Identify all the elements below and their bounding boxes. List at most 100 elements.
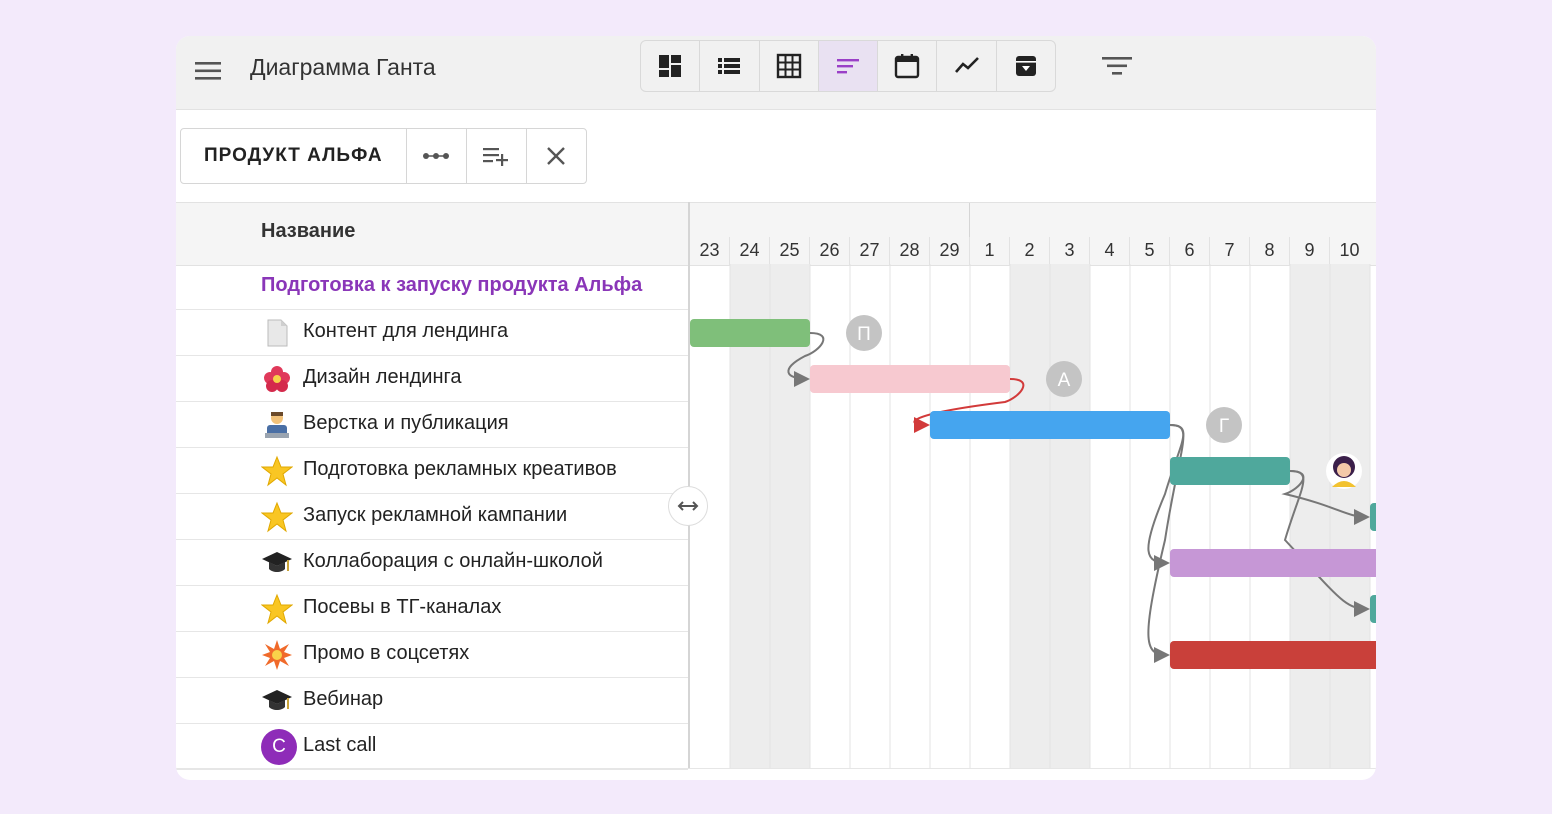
task-bar[interactable] [810, 365, 1010, 393]
project-name-button[interactable]: ПРОДУКТ АЛЬФА [181, 129, 407, 183]
day-label: 28 [889, 237, 929, 265]
avatar: C [261, 729, 297, 765]
weekend-column [1050, 264, 1090, 769]
task-row[interactable]: Верстка и публикация [176, 402, 688, 448]
task-label: Коллаборация с онлайн-школой [303, 550, 603, 572]
task-row[interactable]: Запуск рекламной кампании [176, 494, 688, 540]
star-icon [261, 593, 293, 625]
day-label: 1 [969, 237, 1009, 265]
view-table-button[interactable] [760, 41, 819, 91]
resize-handle[interactable] [668, 486, 708, 526]
filter-icon[interactable] [1100, 52, 1134, 80]
day-label: 9 [1289, 237, 1329, 265]
bottom-border [176, 768, 1376, 769]
day-label: 10 [1329, 237, 1369, 265]
task-bar[interactable] [1170, 641, 1376, 669]
task-row[interactable]: Дизайн лендинга [176, 356, 688, 402]
day-label: 4 [1089, 237, 1129, 265]
project-selector-bar: ПРОДУКТ АЛЬФА [180, 128, 587, 184]
gantt-window: Диаграмма Ганта ПРОДУКТ АЛЬФА Название 2… [176, 36, 1376, 780]
day-label: 8 [1249, 237, 1289, 265]
weekend-column [1010, 264, 1050, 769]
archive-icon [1015, 56, 1036, 76]
add-row-button[interactable] [467, 129, 527, 183]
view-list-button[interactable] [700, 41, 760, 91]
technologist-icon [265, 412, 289, 438]
task-label: Запуск рекламной кампании [303, 504, 568, 526]
timeline-header: 23 24 25 26 27 28 29 1 2 3 4 5 6 7 8 9 10 [689, 202, 1376, 266]
task-label: Дизайн лендинга [303, 366, 462, 388]
graduation-cap-icon [262, 690, 292, 710]
task-group-row[interactable]: Подготовка к запуску продукта Альфа [176, 264, 688, 310]
page-title: Диаграмма Ганта [250, 54, 436, 80]
task-list-header: Название [176, 202, 688, 266]
task-row[interactable]: C Last call [176, 724, 688, 770]
task-row[interactable]: Контент для лендинга [176, 310, 688, 356]
task-row[interactable]: Промо в соцсетях [176, 632, 688, 678]
star-icon [261, 455, 293, 487]
hamburger-menu-icon[interactable] [193, 56, 223, 86]
task-row[interactable]: Вебинар [176, 678, 688, 724]
top-toolbar: Диаграмма Ганта [176, 36, 1376, 110]
view-chart-button[interactable] [937, 41, 997, 91]
day-label: 5 [1129, 237, 1169, 265]
weekend-column [1290, 264, 1330, 769]
view-calendar-button[interactable] [878, 41, 938, 91]
gantt-chart-area: П А Г [690, 264, 1376, 769]
task-row[interactable]: Подготовка рекламных креативов [176, 448, 688, 494]
task-bar[interactable] [930, 411, 1170, 439]
view-switcher [640, 40, 1056, 92]
star-icon [261, 501, 293, 533]
day-label: 2 [1009, 237, 1049, 265]
gantt-icon [836, 59, 859, 74]
month-separator [969, 203, 970, 237]
task-label: Посевы в ТГ-каналах [303, 596, 502, 618]
column-title-name: Название [261, 220, 356, 242]
day-label: 29 [929, 237, 969, 265]
task-bar[interactable] [690, 319, 810, 347]
list-icon [718, 58, 741, 74]
day-label: 6 [1169, 237, 1209, 265]
task-bar[interactable] [1170, 549, 1376, 577]
task-label: Last call [303, 734, 377, 756]
flower-icon [264, 366, 290, 392]
more-button[interactable] [407, 129, 467, 183]
task-bar[interactable] [1370, 595, 1376, 623]
dashboard-icon [659, 55, 682, 77]
calendar-icon [895, 54, 920, 79]
day-label: 24 [729, 237, 769, 265]
assignee-initial: П [857, 324, 871, 345]
day-label: 3 [1049, 237, 1089, 265]
task-label: Верстка и публикация [303, 412, 509, 434]
task-label: Подготовка к запуску продукта Альфа [261, 274, 643, 296]
chart-icon [954, 57, 979, 73]
dependency-link [1147, 424, 1185, 571]
task-label: Подготовка рекламных креативов [303, 458, 617, 480]
task-label: Промо в соцсетях [303, 642, 470, 664]
day-label: 26 [809, 237, 849, 265]
assignee-initial: Г [1219, 416, 1229, 437]
day-label: 7 [1209, 237, 1249, 265]
task-row[interactable]: Посевы в ТГ-каналах [176, 586, 688, 632]
more-icon [423, 153, 450, 159]
close-icon [547, 147, 565, 165]
view-archive-button[interactable] [997, 41, 1055, 91]
view-gantt-button[interactable] [818, 41, 879, 91]
woman-avatar-icon [1326, 453, 1362, 489]
task-bar[interactable] [1370, 503, 1376, 531]
task-label: Вебинар [303, 688, 384, 710]
close-project-button[interactable] [527, 129, 586, 183]
horizontal-arrows-icon [677, 501, 699, 511]
day-label: 25 [769, 237, 809, 265]
assignee-initial: А [1058, 370, 1071, 391]
graduation-cap-icon [262, 552, 292, 572]
task-bar[interactable] [1170, 457, 1290, 485]
document-icon [267, 319, 288, 347]
day-label: 27 [849, 237, 889, 265]
table-icon [776, 53, 801, 79]
task-row[interactable]: Коллаборация с онлайн-школой [176, 540, 688, 586]
task-label: Контент для лендинга [303, 320, 509, 342]
add-row-icon [483, 148, 509, 166]
view-board-button[interactable] [641, 41, 701, 91]
explosion-icon [262, 640, 292, 670]
